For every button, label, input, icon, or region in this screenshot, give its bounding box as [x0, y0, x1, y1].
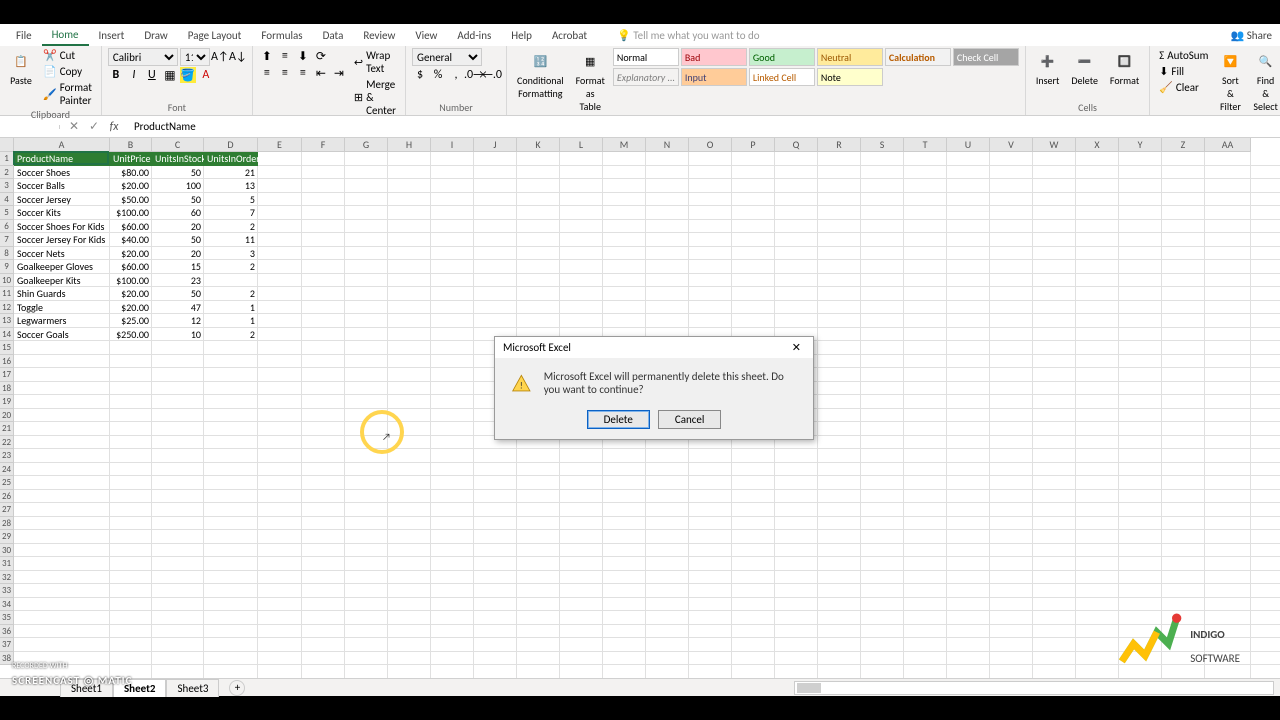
dialog-cancel-button[interactable]: Cancel [658, 410, 722, 429]
screencast-watermark: RECORDED WITH SCREENCAST ◎ MATIC [12, 661, 132, 688]
dialog-close-button[interactable]: ✕ [788, 341, 805, 354]
svg-text:!: ! [520, 379, 523, 391]
logo-icon [1116, 608, 1186, 668]
modal-overlay: Microsoft Excel ✕ ! Microsoft Excel will… [0, 0, 1280, 720]
indigo-software-logo: INDIGOSOFTWARE [1116, 608, 1240, 668]
delete-sheet-dialog: Microsoft Excel ✕ ! Microsoft Excel will… [494, 336, 814, 440]
dialog-message: Microsoft Excel will permanently delete … [544, 370, 797, 396]
warning-icon: ! [511, 370, 532, 398]
dialog-delete-button[interactable]: Delete [587, 410, 650, 429]
dialog-title: Microsoft Excel [503, 341, 571, 354]
